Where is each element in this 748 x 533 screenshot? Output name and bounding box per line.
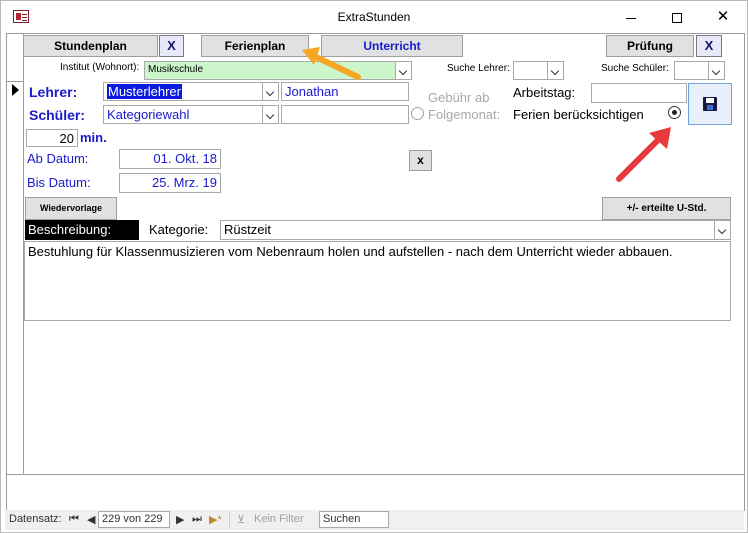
gebuehr-label-line1: Gebühr ab [428,90,490,105]
lehrer-label: Lehrer: [29,84,78,100]
chevron-down-icon[interactable] [714,221,730,239]
search-input[interactable]: Suchen [319,511,389,528]
suche-schueler-label: Suche Schüler: [601,63,669,74]
close-button[interactable]: ✕ [700,1,746,33]
record-selector-divider [7,81,24,82]
save-icon [703,97,717,111]
minimize-icon [626,17,636,19]
gebuehr-label-line2: Folgemonat: [428,107,501,122]
suche-lehrer-label: Suche Lehrer: [447,63,510,74]
app-window: ExtraStunden ✕ Stundenplan X Ferienplan … [0,0,748,533]
nav-divider [229,513,230,527]
gebuehr-radio[interactable] [411,107,424,120]
arbeitstag-field[interactable] [591,83,687,103]
kategorie-value: Rüstzeit [224,222,271,237]
institut-combo[interactable]: Musikschule [144,61,412,80]
suche-schueler-combo[interactable] [674,61,725,80]
filter-icon[interactable]: ⊻ [237,513,245,526]
kein-filter-button[interactable]: Kein Filter [254,513,304,525]
schueler-combo[interactable]: Kategoriewahl [103,105,279,124]
clear-date-button[interactable]: x [409,150,432,171]
close-stundenplan-button[interactable]: X [159,35,184,57]
ab-datum-field[interactable]: 01. Okt. 18 [119,149,221,169]
suche-lehrer-combo[interactable] [513,61,564,80]
ab-datum-label: Ab Datum: [27,151,89,166]
chevron-down-icon[interactable] [262,83,278,100]
title-bar: ExtraStunden ✕ [1,1,747,33]
pruefung-button[interactable]: Prüfung [606,35,694,57]
schueler-value: Kategoriewahl [107,107,190,122]
unterricht-button[interactable]: Unterricht [321,35,463,57]
ferien-label: Ferien berücksichtigen [513,107,644,122]
chevron-down-icon[interactable] [395,62,411,79]
last-record-button[interactable]: ⏭ [192,513,202,526]
first-record-button[interactable]: ⏮ [69,513,79,526]
current-record-icon [12,84,19,96]
schueler-label: Schüler: [29,107,86,123]
institut-label: Institut (Wohnort): [60,62,140,73]
kategorie-label: Kategorie: [149,222,209,237]
datensatz-label: Datensatz: [9,513,62,525]
bis-datum-label: Bis Datum: [27,175,91,190]
new-record-button[interactable]: ▶* [209,513,222,526]
close-icon: ✕ [716,8,730,25]
minuten-unit: min. [80,130,107,145]
lehrer-value: Musterlehrer [107,84,182,99]
erteilte-ustd-button[interactable]: +/- erteilte U-Std. [602,197,731,220]
record-position-field[interactable]: 229 von 229 [98,511,170,528]
save-button[interactable] [688,83,732,125]
chevron-down-icon[interactable] [708,62,724,79]
maximize-button[interactable] [654,1,700,33]
record-navigation-bar: Datensatz: ⏮ ◀ 229 von 229 ▶ ⏭ ▶* ⊻ Kein… [5,510,744,530]
beschreibung-textarea[interactable]: Bestuhlung für Klassenmusizieren vom Neb… [24,241,731,321]
ferien-radio[interactable] [668,106,681,119]
schueler-extra-field[interactable] [281,105,409,124]
lehrer-vorname-field[interactable]: Jonathan [281,82,409,101]
next-record-button[interactable]: ▶ [176,513,184,526]
prev-record-button[interactable]: ◀ [87,513,95,526]
arbeitstag-label: Arbeitstag: [513,85,576,100]
detail-divider [7,474,744,475]
bis-datum-field[interactable]: 25. Mrz. 19 [119,173,221,193]
record-selector[interactable] [7,34,24,474]
maximize-icon [672,13,682,24]
beschreibung-label: Beschreibung: [25,220,139,240]
ferienplan-button[interactable]: Ferienplan [201,35,309,57]
chevron-down-icon[interactable] [262,106,278,123]
kategorie-combo[interactable]: Rüstzeit [220,220,731,240]
minuten-field[interactable]: 20 [26,129,78,147]
chevron-down-icon[interactable] [547,62,563,79]
stundenplan-button[interactable]: Stundenplan [23,35,158,57]
minimize-button[interactable] [608,1,654,33]
institut-value: Musikschule [148,64,204,75]
wiedervorlage-button[interactable]: Wiedervorlage [25,197,117,220]
close-pruefung-button[interactable]: X [696,35,722,57]
lehrer-combo[interactable]: Musterlehrer [103,82,279,101]
